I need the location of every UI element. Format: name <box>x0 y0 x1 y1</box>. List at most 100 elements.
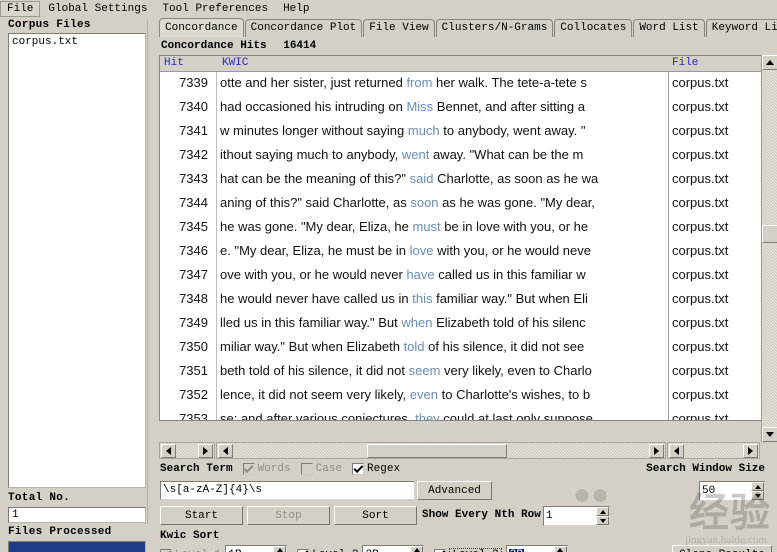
stepper-down-button[interactable] <box>751 491 764 500</box>
table-row[interactable]: 7352 lence, it did not seem very likely, … <box>160 384 774 408</box>
main-panel: Concordance Concordance Plot File View C… <box>155 17 777 552</box>
stepper-up-button[interactable] <box>596 507 609 516</box>
scroll-down-button[interactable] <box>762 427 777 442</box>
level-3-spinner[interactable]: 3R <box>505 545 568 552</box>
kwic-scroll-thumb[interactable] <box>367 444 507 458</box>
table-vertical-scrollbar[interactable] <box>761 55 777 442</box>
kwic-scroll-right-button[interactable] <box>649 444 664 458</box>
column-separator <box>668 144 669 168</box>
kwic-column-scrollbar[interactable] <box>216 442 666 459</box>
search-window-size-spinner[interactable]: 50 <box>699 481 765 501</box>
level-1-stepper[interactable] <box>273 546 287 552</box>
hit-scroll-right-button[interactable] <box>198 444 213 458</box>
table-row[interactable]: 7339 otte and her sister, just returned f… <box>160 72 774 96</box>
level-3-stepper[interactable] <box>553 546 567 552</box>
arrow-up-icon <box>599 509 606 514</box>
case-checkbox[interactable] <box>300 463 313 475</box>
table-row[interactable]: 7348 he would never have called us in thi… <box>160 288 774 312</box>
hit-scroll-left-button[interactable] <box>161 444 176 458</box>
file-column-scrollbar[interactable] <box>667 442 760 459</box>
stepper-up-button[interactable] <box>410 546 424 552</box>
menu-help[interactable]: Help <box>276 1 316 17</box>
kwic-right-context: away. "What can be the m <box>429 147 584 162</box>
kwic-scroll-left-button[interactable] <box>218 444 233 458</box>
menu-file[interactable]: File <box>0 0 41 17</box>
stepper-down-button[interactable] <box>596 516 609 525</box>
kwic-sort-levels: Level 1 1R Level 2 2R <box>160 545 568 552</box>
column-separator <box>668 384 669 408</box>
hit-column-scrollbar[interactable] <box>159 442 215 459</box>
level-2-spinner[interactable]: 2R <box>362 545 425 552</box>
table-row[interactable]: 7344 aning of this?" said Charlotte, as s… <box>160 192 774 216</box>
regex-checkbox[interactable] <box>352 462 365 475</box>
menu-tool-preferences[interactable]: Tool Preferences <box>155 1 275 17</box>
start-button[interactable]: Start <box>160 506 243 525</box>
files-processed-label: Files Processed <box>8 526 112 538</box>
vertical-scroll-thumb[interactable] <box>762 225 777 243</box>
tab-concordance[interactable]: Concordance <box>159 18 244 37</box>
file-scroll-left-button[interactable] <box>669 444 684 458</box>
table-row[interactable]: 7347 ove with you, or he would never have… <box>160 264 774 288</box>
table-row[interactable]: 7342 ithout saying much to anybody, went … <box>160 144 774 168</box>
tab-clusters-ngrams[interactable]: Clusters/N-Grams <box>435 19 554 37</box>
tab-concordance-plot[interactable]: Concordance Plot <box>244 19 363 37</box>
level-1-checkbox[interactable] <box>160 548 172 552</box>
stop-button[interactable]: Stop <box>247 506 330 525</box>
file-scroll-right-button[interactable] <box>743 444 758 458</box>
cell-hit: 7349 <box>179 315 208 330</box>
column-separator <box>216 384 217 408</box>
column-header-hit[interactable]: Hit <box>164 57 184 69</box>
table-row[interactable]: 7353 se; and after various conjectures, t… <box>160 408 774 421</box>
column-separator <box>668 408 669 420</box>
level-1-spinner[interactable]: 1R <box>225 545 288 552</box>
show-every-stepper[interactable] <box>596 507 609 525</box>
kwic-right-context: to anybody, went away. " <box>439 123 586 138</box>
arrow-up-icon <box>754 484 761 489</box>
clone-results-button[interactable]: Clone Results <box>672 545 772 552</box>
tab-file-view[interactable]: File View <box>363 19 435 37</box>
table-row[interactable]: 7351 beth told of his silence, it did not… <box>160 360 774 384</box>
table-body[interactable]: 7339 otte and her sister, just returned f… <box>160 72 774 421</box>
menu-global-settings[interactable]: Global Settings <box>41 1 154 17</box>
column-separator <box>668 288 669 312</box>
table-row[interactable]: 7346 e. "My dear, Eliza, he must be in lo… <box>160 240 774 264</box>
table-row[interactable]: 7340 had occasioned his intruding on Miss… <box>160 96 774 120</box>
column-header-file[interactable]: File <box>672 57 698 69</box>
level-2-label: Level 2 <box>312 549 358 552</box>
tab-keyword-list[interactable]: Keyword List <box>705 19 777 37</box>
column-header-kwic[interactable]: KWIC <box>222 57 248 69</box>
words-checkbox[interactable] <box>242 462 255 475</box>
table-row[interactable]: 7343 hat can be the meaning of this?" sai… <box>160 168 774 192</box>
list-item[interactable]: corpus.txt <box>9 34 145 48</box>
kwic-right-context: could at last only suppose <box>439 411 593 421</box>
table-row[interactable]: 7345 he was gone. "My dear, Eliza, he mu… <box>160 216 774 240</box>
cell-file: corpus.txt <box>672 291 729 306</box>
kwic-left-context: aning of this?" said Charlotte, as <box>220 195 411 210</box>
sidebar-divider <box>147 19 154 524</box>
cell-hit: 7347 <box>179 267 208 282</box>
stepper-up-button[interactable] <box>553 546 567 552</box>
sort-button[interactable]: Sort <box>334 506 417 525</box>
search-window-size-stepper[interactable] <box>751 482 764 500</box>
search-input[interactable]: \s[a-zA-Z]{4}\s <box>160 481 415 500</box>
table-header: Hit KWIC File <box>160 56 774 72</box>
level-3-checkbox[interactable] <box>434 548 447 552</box>
level-2-checkbox[interactable] <box>297 548 310 552</box>
cell-file: corpus.txt <box>672 387 729 402</box>
tab-word-list[interactable]: Word List <box>633 19 705 37</box>
kwic-keyword: love <box>409 243 434 258</box>
tab-collocates[interactable]: Collocates <box>554 19 633 37</box>
level-2-stepper[interactable] <box>410 546 424 552</box>
stepper-up-button[interactable] <box>273 546 287 552</box>
kwic-left-context: lence, it did not seem very likely, <box>220 387 410 402</box>
advanced-button[interactable]: Advanced <box>417 481 492 500</box>
table-row[interactable]: 7349 lled us in this familiar way." But w… <box>160 312 774 336</box>
column-separator <box>668 360 669 384</box>
stepper-up-button[interactable] <box>751 482 764 491</box>
table-row[interactable]: 7341 w minutes longer without saying much… <box>160 120 774 144</box>
show-every-nth-row-spinner[interactable]: 1 <box>543 506 610 526</box>
scroll-up-button[interactable] <box>762 55 777 70</box>
table-row[interactable]: 7350 miliar way." But when Elizabeth told… <box>160 336 774 360</box>
cell-hit: 7353 <box>179 411 208 421</box>
corpus-files-list[interactable]: corpus.txt <box>8 33 146 488</box>
